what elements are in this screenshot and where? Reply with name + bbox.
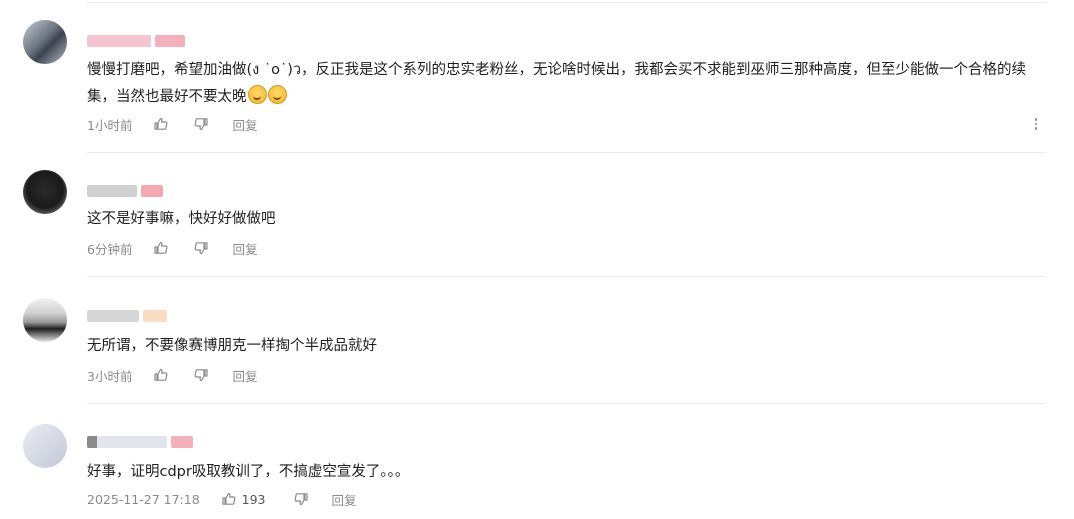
thumbs-up-icon[interactable] xyxy=(220,490,238,508)
comment-time: 3小时前 xyxy=(87,368,133,384)
comment-meta: 3小时前 回复 xyxy=(87,365,257,385)
comment-text: 无所谓，不要像赛博朋克一样掏个半成品就好 xyxy=(87,338,377,354)
comment-text: 这不是好事嘛，快好好做做吧 xyxy=(87,211,276,227)
comment-meta: 2025-11-27 17:18 193 回复 xyxy=(87,489,357,509)
avatar[interactable] xyxy=(23,424,67,468)
like-count: 193 xyxy=(241,491,266,507)
username-blurred[interactable] xyxy=(87,310,167,322)
reply-button[interactable]: 回复 xyxy=(232,239,257,258)
comment-time: 6分钟前 xyxy=(87,241,133,257)
thumbs-down-icon[interactable] xyxy=(292,490,310,508)
reply-button[interactable]: 回复 xyxy=(232,366,257,385)
thumbs-up-icon[interactable] xyxy=(152,366,170,384)
comment-time: 1小时前 xyxy=(87,117,133,133)
comment-text: 慢慢打磨吧，希望加油做(ง ˙o˙)ว，反正我是这个系列的忠实老粉丝，无论啥时候… xyxy=(87,62,1027,105)
thumbs-down-icon[interactable] xyxy=(192,239,210,257)
top-divider xyxy=(87,2,1045,3)
more-vertical-icon[interactable] xyxy=(1030,115,1042,133)
thumbs-up-icon[interactable] xyxy=(152,115,170,133)
avatar[interactable] xyxy=(23,298,67,342)
username-blurred[interactable] xyxy=(87,185,163,197)
divider xyxy=(87,152,1045,153)
reply-button[interactable]: 回复 xyxy=(232,115,257,134)
thumbs-up-icon[interactable] xyxy=(152,239,170,257)
thumbs-down-icon[interactable] xyxy=(192,366,210,384)
thumbs-down-icon[interactable] xyxy=(192,115,210,133)
avatar[interactable] xyxy=(23,170,67,214)
comment-meta: 6分钟前 回复 xyxy=(87,238,257,258)
username-blurred[interactable] xyxy=(87,35,185,47)
laughing-tears-emoji-icon xyxy=(247,85,267,104)
reply-button[interactable]: 回复 xyxy=(332,490,357,509)
divider xyxy=(87,403,1045,404)
username-blurred[interactable] xyxy=(87,436,193,448)
avatar[interactable] xyxy=(23,20,67,64)
comment-meta: 1小时前 回复 xyxy=(87,114,257,134)
laughing-tears-emoji-icon xyxy=(267,85,287,104)
divider xyxy=(87,276,1045,277)
comment-time: 2025-11-27 17:18 xyxy=(87,491,200,507)
comment-text: 好事，证明cdpr吸取教训了，不搞虚空宣发了。。。 xyxy=(87,464,410,480)
